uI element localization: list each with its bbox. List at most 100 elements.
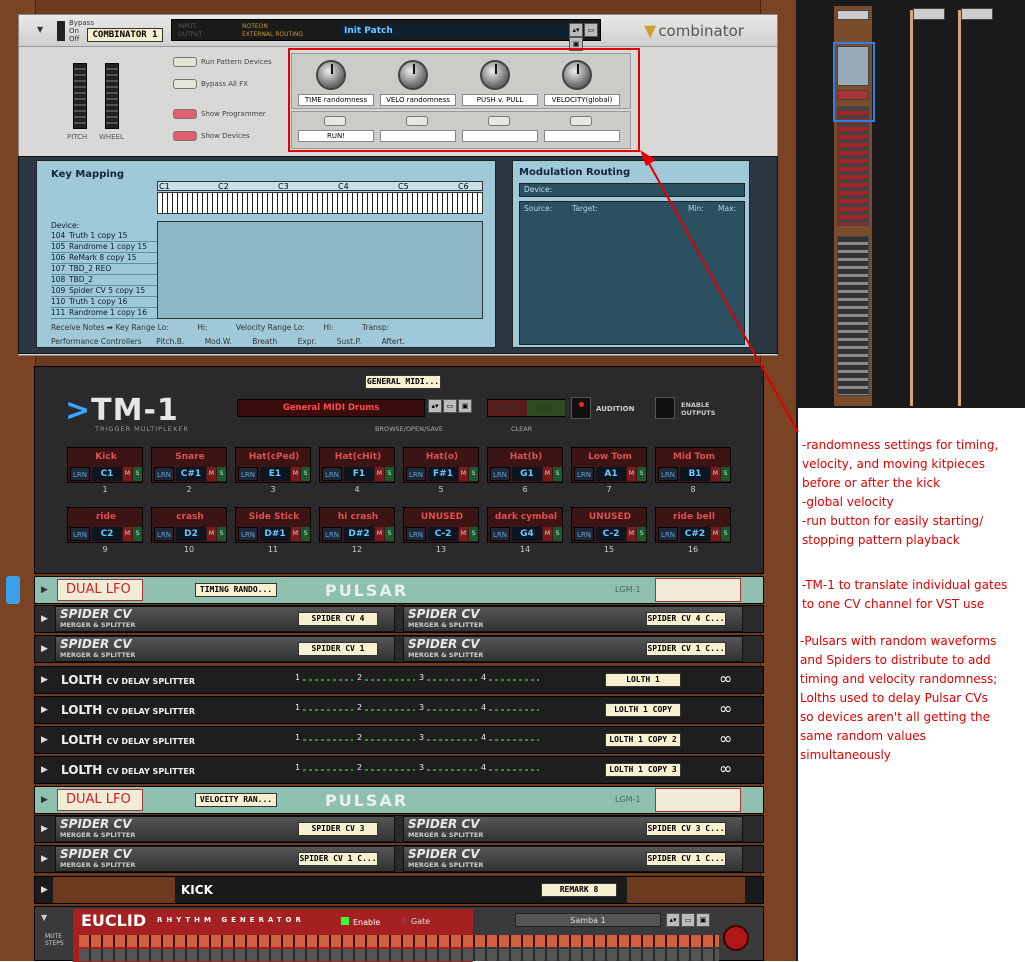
pad-note[interactable]: D#1 — [260, 527, 290, 541]
fold-arrow-icon[interactable]: ▶ — [41, 795, 48, 805]
device-name-tape[interactable]: SPIDER CV 3 C... — [646, 822, 726, 836]
learn-button[interactable]: LRN — [154, 467, 174, 481]
pad-mute-button[interactable]: M — [291, 467, 300, 481]
folder-icon[interactable]: ▭ — [681, 913, 695, 927]
fold-arrow-icon[interactable]: ▶ — [41, 885, 48, 895]
learn-button[interactable]: LRN — [574, 467, 594, 481]
pad-solo-button[interactable]: S — [637, 467, 646, 481]
aftertouch-checkbox[interactable]: Aftert. — [382, 337, 405, 346]
keyboard[interactable] — [157, 192, 483, 214]
tm1-pad[interactable]: ride LRN C2 M S — [67, 507, 143, 543]
pad-mute-button[interactable]: M — [627, 527, 636, 541]
tm1-pad[interactable]: Snare LRN C#1 M S — [151, 447, 227, 483]
tm1-pad[interactable]: crash LRN D2 M S — [151, 507, 227, 543]
device-name-tape[interactable]: SPIDER CV 1 C... — [646, 642, 726, 656]
device-row[interactable]: 104 Truth 1 copy 15 — [51, 231, 157, 242]
pad-note[interactable]: C-2 — [428, 527, 458, 541]
pad-mute-button[interactable]: M — [123, 527, 132, 541]
fold-arrow-icon[interactable]: ▶ — [41, 585, 48, 595]
device-name-tape[interactable]: SPIDER CV 1 — [298, 642, 378, 656]
pad-mute-button[interactable]: M — [123, 467, 132, 481]
pad-mute-button[interactable]: M — [543, 527, 552, 541]
enable-outputs-button[interactable] — [655, 397, 675, 419]
rack-side-tab[interactable] — [6, 576, 20, 604]
pitch-wheel[interactable] — [73, 63, 87, 129]
folder-icon[interactable]: ▭ — [584, 23, 598, 37]
enable-toggle[interactable]: Enable — [341, 917, 380, 927]
learn-button[interactable]: LRN — [70, 527, 90, 541]
save-icon[interactable]: ▣ — [458, 399, 472, 413]
device-name-tape[interactable]: SPIDER CV 1 C... — [646, 852, 726, 866]
octave-ruler[interactable]: C1 C2 C3 C4 C5 C6 — [157, 181, 483, 191]
pitch-bend-checkbox[interactable]: Pitch.B. — [156, 337, 184, 346]
tm1-pad[interactable]: UNUSED LRN C-2 M S — [571, 507, 647, 543]
device-row[interactable]: 109 Spider CV 5 copy 15 — [51, 286, 157, 297]
pad-solo-button[interactable]: S — [133, 467, 142, 481]
fold-arrow-icon[interactable]: ▶ — [41, 824, 48, 834]
patch-up-down-icon[interactable]: ▴▾ — [428, 399, 442, 413]
device-row[interactable]: 107 TBD_2 REO — [51, 264, 157, 275]
show-devices-button[interactable]: Show Devices — [173, 131, 250, 141]
pad-note[interactable]: C#2 — [680, 527, 710, 541]
device-row[interactable]: 108 TBD_2 — [51, 275, 157, 286]
folder-icon[interactable]: ▭ — [443, 399, 457, 413]
tm1-pad[interactable]: Hat(cPed) LRN E1 M S — [235, 447, 311, 483]
solo-button[interactable]: SOLO — [527, 400, 565, 416]
pad-mute-button[interactable]: M — [711, 527, 720, 541]
fold-arrow-icon[interactable]: ▶ — [41, 765, 48, 775]
tm1-pad[interactable]: Hat(cHit) LRN F1 M S — [319, 447, 395, 483]
pad-note[interactable]: F1 — [344, 467, 374, 481]
pad-mute-button[interactable]: M — [627, 467, 636, 481]
pad-solo-button[interactable]: S — [385, 467, 394, 481]
minimap-viewport[interactable] — [833, 42, 875, 122]
pad-note[interactable]: F#1 — [428, 467, 458, 481]
patch-up-down-icon[interactable]: ▴▾ — [569, 23, 583, 37]
device-row[interactable]: 111 Randrome 1 copy 16 — [51, 308, 157, 319]
device-name-tape[interactable]: GENERAL MIDI... — [365, 375, 441, 389]
pad-solo-button[interactable]: S — [385, 527, 394, 541]
learn-button[interactable]: LRN — [322, 467, 342, 481]
tm1-pad[interactable]: Low Tom LRN A1 M S — [571, 447, 647, 483]
learn-button[interactable]: LRN — [406, 467, 426, 481]
sustain-checkbox[interactable]: Sust.P. — [337, 337, 362, 346]
step-buttons-row2[interactable] — [79, 949, 719, 961]
device-name-tape[interactable]: COMBINATOR 1 — [87, 28, 163, 42]
pad-solo-button[interactable]: S — [721, 467, 730, 481]
pattern-selector[interactable]: Samba 1 — [515, 913, 661, 927]
pad-solo-button[interactable]: S — [469, 467, 478, 481]
learn-button[interactable]: LRN — [490, 467, 510, 481]
learn-button[interactable]: LRN — [574, 527, 594, 541]
pad-solo-button[interactable]: S — [721, 527, 730, 541]
device-name-tape[interactable]: SPIDER CV 3 — [298, 822, 378, 836]
device-row[interactable]: 105 Randrome 1 copy 15 — [51, 242, 157, 253]
learn-button[interactable]: LRN — [238, 467, 258, 481]
pad-solo-button[interactable]: S — [217, 527, 226, 541]
pad-note[interactable]: C#1 — [176, 467, 206, 481]
learn-button[interactable]: LRN — [658, 527, 678, 541]
pad-note[interactable]: G4 — [512, 527, 542, 541]
fold-arrow-icon[interactable]: ▶ — [41, 675, 48, 685]
fold-arrow-icon[interactable]: ▶ — [41, 735, 48, 745]
step-buttons[interactable] — [79, 935, 719, 947]
device-row[interactable]: 106 ReMark 8 copy 15 — [51, 253, 157, 264]
tm1-pad[interactable]: dark cymbal LRN G4 M S — [487, 507, 563, 543]
learn-button[interactable]: LRN — [658, 467, 678, 481]
pad-solo-button[interactable]: S — [469, 527, 478, 541]
device-name-tape[interactable]: LOLTH 1 — [605, 673, 681, 687]
fold-arrow-icon[interactable]: ▶ — [41, 854, 48, 864]
run-pattern-devices-button[interactable]: Run Pattern Devices — [173, 57, 272, 67]
device-name-tape[interactable]: SPIDER CV 4 — [298, 612, 378, 626]
mod-wheel[interactable] — [105, 63, 119, 129]
pad-note[interactable]: D#2 — [344, 527, 374, 541]
receive-notes-label[interactable]: Receive Notes — [51, 323, 104, 332]
device-row[interactable]: 110 Truth 1 copy 16 — [51, 297, 157, 308]
fold-arrow-icon[interactable]: ▶ — [41, 705, 48, 715]
pad-mute-button[interactable]: M — [543, 467, 552, 481]
pad-solo-button[interactable]: S — [217, 467, 226, 481]
learn-button[interactable]: LRN — [238, 527, 258, 541]
mod-routing-table[interactable]: Source: Target: Min: Max: — [519, 201, 745, 345]
patch-up-down-icon[interactable]: ▴▾ — [666, 913, 680, 927]
pad-note[interactable]: G1 — [512, 467, 542, 481]
pad-note[interactable]: A1 — [596, 467, 626, 481]
mute-button[interactable]: MUTE — [488, 400, 527, 416]
